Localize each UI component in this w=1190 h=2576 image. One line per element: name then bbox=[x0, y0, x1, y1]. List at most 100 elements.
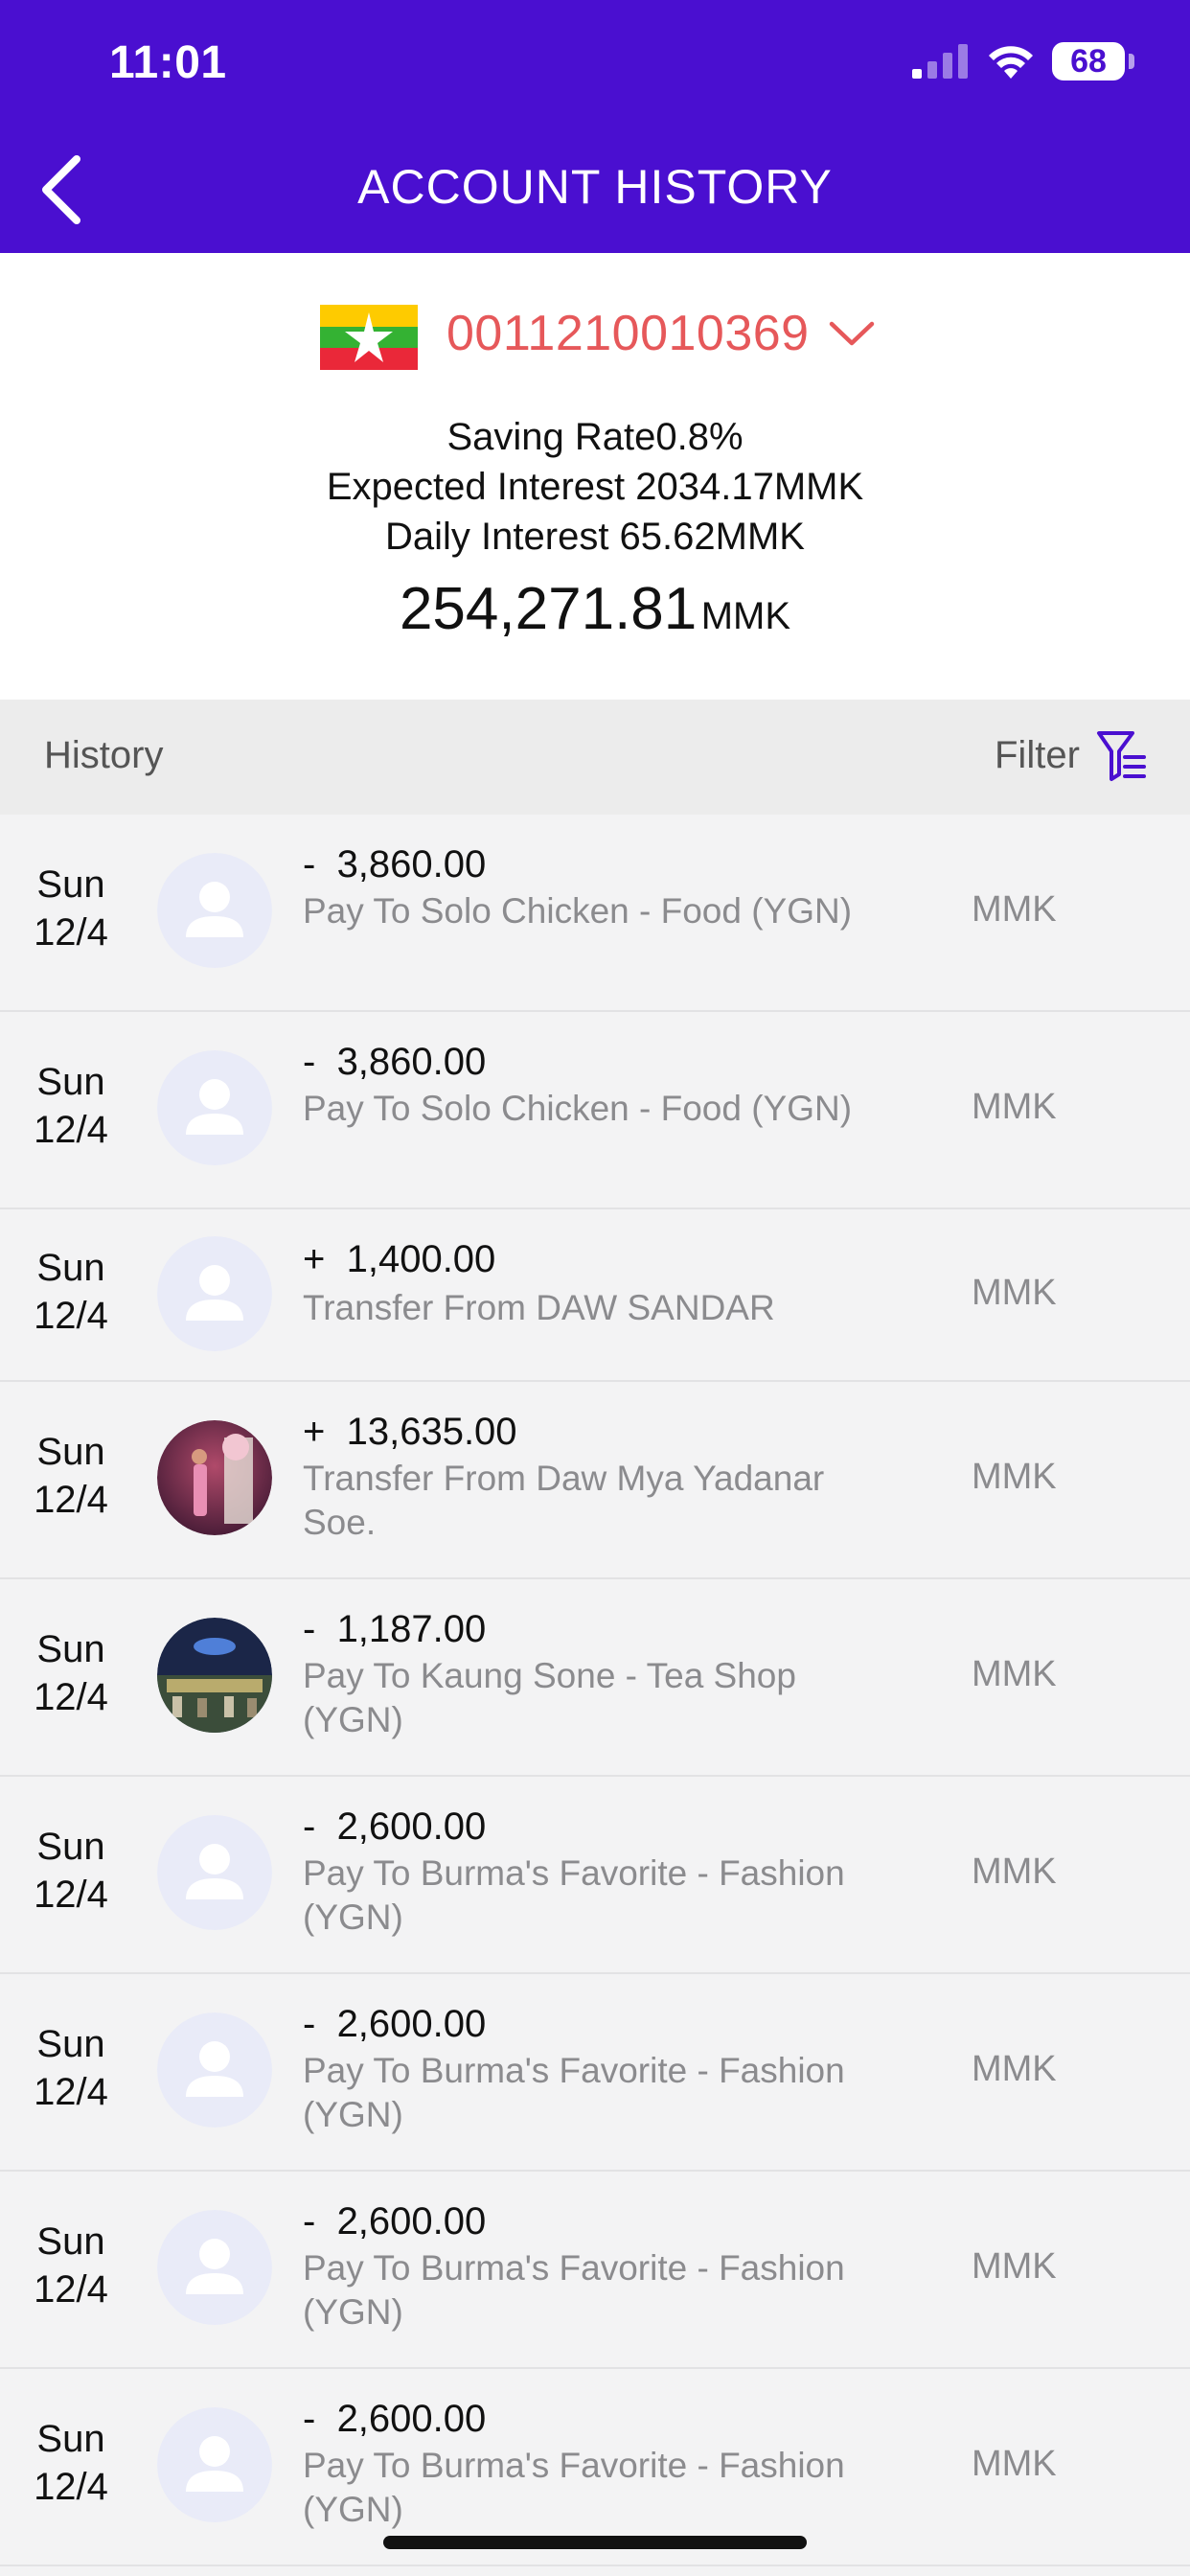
transaction-currency: MMK bbox=[972, 1273, 1057, 1313]
transaction-date-value: 12/4 bbox=[34, 1676, 108, 1718]
amount-sign: + bbox=[303, 1411, 326, 1453]
transaction-date: Sun 12/4 bbox=[0, 1244, 142, 1340]
avatar-placeholder-icon bbox=[157, 2012, 272, 2128]
top-bar: 11:01 68 ACCOUNT HISTORY bbox=[0, 0, 1190, 253]
transaction-date-value: 12/4 bbox=[34, 2268, 108, 2311]
amount-sign: - bbox=[303, 2398, 316, 2440]
home-indicator[interactable] bbox=[383, 2536, 807, 2549]
amount-sign: - bbox=[303, 1806, 316, 1848]
transaction-day: Sun bbox=[36, 863, 105, 906]
amount-sign: - bbox=[303, 2200, 316, 2242]
status-time: 11:01 bbox=[109, 37, 227, 88]
transaction-amount: - 3,860.00 bbox=[303, 1041, 486, 1084]
transaction-day: Sun bbox=[36, 1061, 105, 1103]
filter-icon bbox=[1097, 731, 1146, 781]
saving-rate: Saving Rate0.8% bbox=[446, 416, 744, 458]
transaction-row[interactable]: Sun 12/4 + 13,635.00 Transfer From Daw M… bbox=[0, 1382, 1190, 1579]
transaction-date-value: 12/4 bbox=[34, 911, 108, 954]
avatar-photo-shop bbox=[157, 1618, 272, 1733]
amount-value: 1,400.00 bbox=[346, 1238, 496, 1280]
avatar-placeholder-icon bbox=[157, 1815, 272, 1930]
filter-button[interactable]: Filter bbox=[993, 726, 1156, 788]
battery-nub bbox=[1129, 54, 1134, 69]
transaction-date-value: 12/4 bbox=[34, 1874, 108, 1916]
transaction-day: Sun bbox=[36, 2220, 105, 2263]
transaction-row[interactable]: Sun 12/4 - 2,600.00 Pay To Burma's Favor… bbox=[0, 2172, 1190, 2369]
transaction-day: Sun bbox=[36, 1247, 105, 1289]
transaction-description: Pay To Burma's Favorite - Fashion (YGN) bbox=[303, 2051, 845, 2134]
transaction-description: Pay To Solo Chicken - Food (YGN) bbox=[303, 1089, 853, 1128]
transaction-date-value: 12/4 bbox=[34, 1295, 108, 1337]
amount-value: 2,600.00 bbox=[336, 2398, 487, 2440]
transaction-list: Sun 12/4 - 3,860.00 Pay To Solo Chicken … bbox=[0, 815, 1190, 2566]
transaction-description: Pay To Burma's Favorite - Fashion (YGN) bbox=[303, 2446, 845, 2529]
amount-value: 1,187.00 bbox=[336, 1608, 487, 1650]
transaction-row[interactable]: Sun 12/4 + 1,400.00 Transfer From DAW SA… bbox=[0, 1209, 1190, 1382]
page-title: ACCOUNT HISTORY bbox=[357, 160, 833, 214]
transaction-description: Pay To Solo Chicken - Food (YGN) bbox=[303, 891, 853, 931]
transaction-row[interactable]: Sun 12/4 - 2,600.00 Pay To Burma's Favor… bbox=[0, 1777, 1190, 1974]
account-selector[interactable]: 0011210010369 bbox=[320, 303, 895, 370]
amount-value: 2,600.00 bbox=[336, 2200, 487, 2242]
amount-value: 2,600.00 bbox=[336, 1806, 487, 1848]
avatar-placeholder-icon bbox=[157, 2407, 272, 2522]
cellular-signal-icon bbox=[912, 44, 968, 79]
avatar-placeholder-icon bbox=[157, 853, 272, 968]
transaction-amount: - 2,600.00 bbox=[303, 2003, 486, 2046]
avatar-placeholder-icon bbox=[157, 2210, 272, 2325]
transaction-day: Sun bbox=[36, 1628, 105, 1670]
transaction-currency: MMK bbox=[972, 889, 1057, 930]
history-label: History bbox=[44, 734, 164, 776]
transaction-row[interactable]: Sun 12/4 - 3,860.00 Pay To Solo Chicken … bbox=[0, 815, 1190, 1012]
transaction-amount: - 3,860.00 bbox=[303, 843, 486, 886]
transaction-day: Sun bbox=[36, 2418, 105, 2460]
transaction-amount: - 2,600.00 bbox=[303, 1806, 486, 1849]
balance-amount: 254,271.81 bbox=[399, 576, 698, 642]
transaction-date-value: 12/4 bbox=[34, 2071, 108, 2113]
amount-value: 13,635.00 bbox=[346, 1411, 517, 1453]
transaction-day: Sun bbox=[36, 1826, 105, 1868]
transaction-currency: MMK bbox=[972, 1654, 1057, 1694]
transaction-row[interactable]: Sun 12/4 - 3,860.00 Pay To Solo Chicken … bbox=[0, 1012, 1190, 1209]
transaction-day: Sun bbox=[36, 1431, 105, 1473]
transaction-date-value: 12/4 bbox=[34, 1479, 108, 1521]
account-number: 0011210010369 bbox=[446, 306, 810, 361]
transaction-description: Transfer From DAW SANDAR bbox=[303, 1288, 775, 1327]
transaction-description: Transfer From Daw Mya Yadanar Soe. bbox=[303, 1459, 825, 1542]
transaction-date-value: 12/4 bbox=[34, 1109, 108, 1151]
transaction-amount: - 2,600.00 bbox=[303, 2398, 486, 2441]
transaction-date: Sun 12/4 bbox=[0, 1823, 142, 1919]
account-summary-card: 0011210010369 Saving Rate0.8% Expected I… bbox=[0, 253, 1190, 700]
transaction-description: Pay To Burma's Favorite - Fashion (YGN) bbox=[303, 2248, 845, 2332]
transaction-currency: MMK bbox=[972, 2246, 1057, 2287]
avatar-placeholder-icon bbox=[157, 1236, 272, 1351]
amount-sign: - bbox=[303, 1608, 316, 1650]
transaction-date: Sun 12/4 bbox=[0, 861, 142, 956]
amount-value: 2,600.00 bbox=[336, 2003, 487, 2045]
transaction-description: Pay To Burma's Favorite - Fashion (YGN) bbox=[303, 1853, 845, 1937]
transaction-row[interactable]: Sun 12/4 - 1,187.00 Pay To Kaung Sone - … bbox=[0, 1579, 1190, 1777]
transaction-currency: MMK bbox=[972, 2049, 1057, 2089]
expected-interest: Expected Interest 2034.17MMK bbox=[326, 466, 864, 508]
transaction-date: Sun 12/4 bbox=[0, 1625, 142, 1721]
transaction-date: Sun 12/4 bbox=[0, 1428, 142, 1524]
filter-label: Filter bbox=[995, 734, 1080, 776]
transaction-description: Pay To Kaung Sone - Tea Shop (YGN) bbox=[303, 1656, 796, 1739]
battery-icon: 68 bbox=[1052, 42, 1125, 80]
account-history-screen: 11:01 68 ACCOUNT HISTORY 0011210010369 S… bbox=[0, 0, 1190, 2576]
daily-interest: Daily Interest 65.62MMK bbox=[385, 516, 805, 558]
transaction-day: Sun bbox=[36, 2023, 105, 2065]
transaction-amount: + 1,400.00 bbox=[303, 1238, 495, 1281]
amount-sign: + bbox=[303, 1238, 326, 1280]
amount-sign: - bbox=[303, 843, 316, 886]
transaction-date: Sun 12/4 bbox=[0, 2020, 142, 2116]
amount-value: 3,860.00 bbox=[336, 843, 487, 886]
transaction-row[interactable]: Sun 12/4 - 2,600.00 Pay To Burma's Favor… bbox=[0, 1974, 1190, 2172]
history-header: History Filter bbox=[0, 700, 1190, 815]
transaction-amount: + 13,635.00 bbox=[303, 1411, 517, 1454]
myanmar-flag-icon bbox=[320, 305, 418, 370]
transaction-currency: MMK bbox=[972, 1457, 1057, 1497]
balance-unit: MMK bbox=[700, 595, 791, 637]
balance: 254,271.81 MMK bbox=[0, 575, 1190, 643]
chevron-down-icon[interactable] bbox=[828, 316, 876, 351]
